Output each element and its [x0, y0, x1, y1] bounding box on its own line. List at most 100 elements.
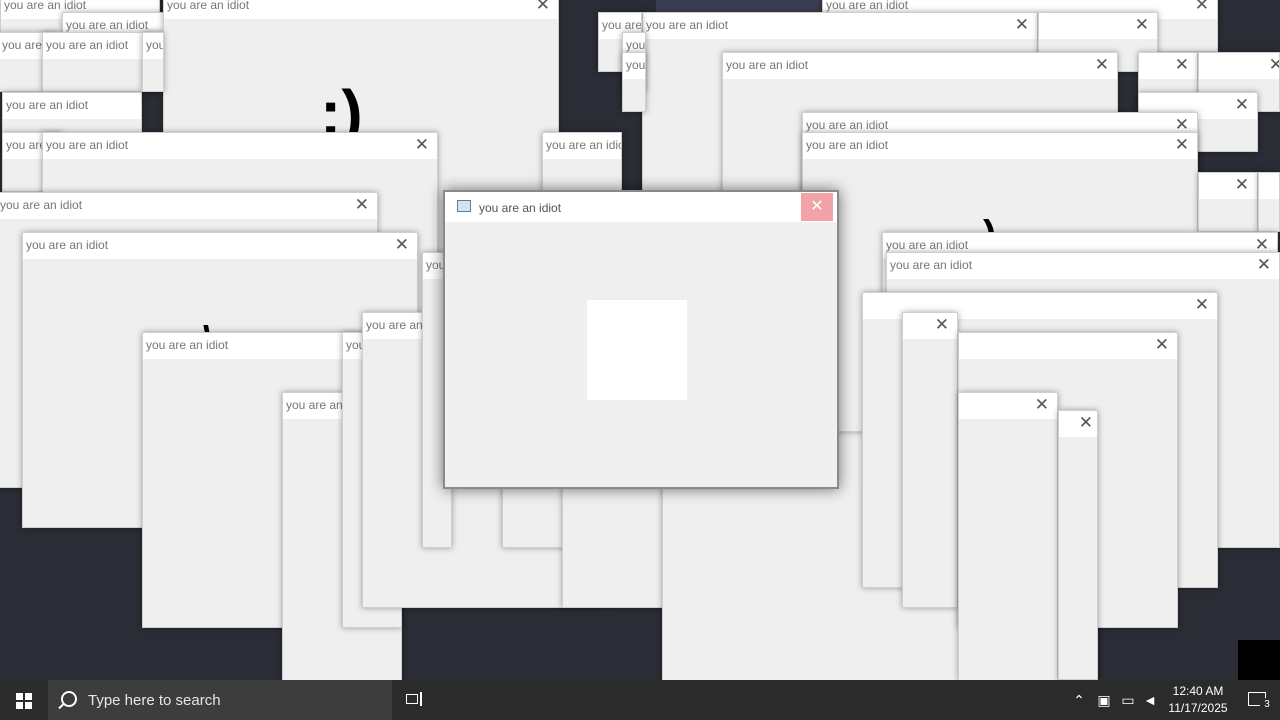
search-icon-handle — [58, 702, 65, 710]
close-icon[interactable]: ✕ — [1195, 295, 1209, 315]
title-bar[interactable]: you are an idiot ✕ — [23, 233, 417, 259]
title-bar[interactable]: you are an idiot ✕ — [164, 0, 558, 19]
close-icon[interactable]: ✕ — [1155, 335, 1169, 355]
task-view-icon-bar — [420, 692, 422, 706]
notification-count: 3 — [1260, 698, 1274, 712]
close-icon[interactable]: ✕ — [1015, 15, 1029, 35]
close-icon[interactable]: ✕ — [1269, 55, 1279, 75]
title-bar[interactable]: ✕ — [1059, 411, 1097, 437]
close-icon[interactable]: ✕ — [1135, 15, 1149, 35]
app-icon — [457, 200, 471, 212]
popup-window[interactable]: ✕ — [1198, 172, 1258, 232]
close-icon[interactable]: ✕ — [415, 135, 429, 155]
title-bar[interactable] — [1259, 173, 1279, 199]
close-icon[interactable]: ✕ — [935, 315, 949, 335]
chevron-up-icon[interactable]: ⌃ — [1070, 680, 1088, 720]
title-bar[interactable]: ✕ — [1139, 53, 1197, 79]
search-box[interactable]: Type here to search — [48, 680, 392, 720]
content-placeholder — [587, 300, 687, 400]
desktop: you are an idiot you are an idiot you ar… — [0, 0, 1280, 680]
active-title-bar[interactable]: you are an idiot ✕ — [445, 192, 837, 222]
title-bar[interactable]: ✕ — [903, 313, 957, 339]
title-bar[interactable]: you are an idiot ✕ — [803, 133, 1197, 159]
window-title: you are an idiot — [146, 338, 229, 352]
close-icon[interactable]: ✕ — [1095, 55, 1109, 75]
title-bar[interactable]: you are an idiot — [3, 93, 141, 119]
title-bar[interactable]: ✕ — [1039, 13, 1157, 39]
window-title: you are an idiot — [806, 138, 889, 152]
notification-center-button[interactable]: 3 — [1238, 680, 1278, 720]
close-icon[interactable]: ✕ — [536, 0, 550, 15]
window-title: you are an idiot — [46, 138, 129, 152]
close-icon[interactable]: ✕ — [1235, 175, 1249, 195]
window-title: you are an idiot — [66, 18, 149, 32]
window-title: you are an idiot — [826, 0, 909, 12]
window-title: you are an idiot — [546, 138, 622, 152]
popup-window[interactable]: ✕ — [958, 392, 1058, 680]
window-title: you are an idiot — [0, 198, 83, 212]
title-bar[interactable]: ✕ — [959, 393, 1057, 419]
title-bar[interactable]: you are an idiot ✕ — [43, 133, 437, 159]
popup-window[interactable]: ✕ — [902, 312, 958, 608]
window-title: you are an idiot — [4, 0, 87, 12]
wallpaper-strip — [656, 0, 824, 12]
close-icon[interactable]: ✕ — [1235, 95, 1249, 115]
popup-window[interactable] — [1258, 172, 1280, 232]
window-title: you are an idiot — [626, 38, 646, 52]
title-bar[interactable]: ✕ — [959, 333, 1177, 359]
title-bar[interactable]: you are an idiot ✕ — [0, 193, 377, 219]
clock-time: 12:40 AM — [1172, 684, 1224, 698]
close-icon[interactable]: ✕ — [1035, 395, 1049, 415]
window-title: you are an idiot — [146, 38, 164, 52]
title-bar[interactable]: you are an idiot ✕ — [887, 253, 1279, 279]
window-title: you are an idiot — [6, 98, 89, 112]
window-title: you are an idiot — [886, 238, 969, 252]
title-bar[interactable]: you are an idiot — [543, 133, 621, 159]
window-title: you are an idiot — [646, 18, 729, 32]
windows-logo-pane — [16, 702, 23, 709]
windows-logo-pane — [25, 693, 32, 700]
popup-window[interactable]: you are an idiot — [622, 52, 646, 112]
close-icon[interactable]: ✕ — [1175, 55, 1189, 75]
close-icon[interactable]: ✕ — [1195, 0, 1209, 15]
window-title: you are an idiot — [890, 258, 973, 272]
network-icon[interactable]: ▭ — [1118, 680, 1138, 720]
title-bar[interactable]: you are an idiot — [623, 53, 645, 79]
volume-muted-icon[interactable]: ◄ — [1140, 680, 1160, 720]
clock-date: 11/17/2025 — [1168, 701, 1228, 715]
close-icon[interactable]: ✕ — [1257, 255, 1271, 275]
window-title: you are an idiot — [602, 18, 642, 32]
close-icon[interactable]: ✕ — [355, 195, 369, 215]
start-button[interactable] — [0, 680, 48, 720]
windows-logo-icon — [16, 693, 23, 700]
popup-window[interactable]: you are an idiot — [142, 32, 164, 92]
task-view-button[interactable] — [406, 690, 426, 710]
window-title: you are an idiot — [806, 118, 889, 132]
popup-window[interactable]: ✕ — [1058, 410, 1098, 680]
taskbar: Type here to search ⌃ ▣ ▭ ◄ 12:40 AM 11/… — [0, 680, 1280, 720]
close-button[interactable]: ✕ — [801, 193, 833, 221]
window-title: you are an idiot — [726, 58, 809, 72]
active-popup-window[interactable]: you are an idiot ✕ — [443, 190, 839, 489]
popup-window[interactable]: you are an idiot — [542, 132, 622, 192]
title-bar[interactable]: you are an idiot — [143, 333, 361, 359]
close-icon[interactable]: ✕ — [1175, 135, 1189, 155]
close-icon[interactable]: ✕ — [1079, 413, 1093, 433]
search-placeholder: Type here to search — [88, 692, 221, 709]
window-title: you are an idiot — [167, 0, 250, 12]
title-bar[interactable]: you are an idiot — [143, 33, 163, 59]
window-body — [451, 224, 831, 481]
window-title: you are an idiot — [626, 58, 646, 72]
window-title: you are an idiot — [46, 38, 129, 52]
desktop-corner — [1238, 640, 1280, 680]
title-bar[interactable]: ✕ — [1199, 53, 1279, 79]
windows-logo-pane — [25, 702, 32, 709]
clock[interactable]: 12:40 AM 11/17/2025 — [1162, 683, 1234, 717]
close-icon[interactable]: ✕ — [395, 235, 409, 255]
active-window-title: you are an idiot — [479, 201, 562, 215]
title-bar[interactable]: ✕ — [1199, 173, 1257, 199]
title-bar[interactable]: you are an idiot ✕ — [643, 13, 1037, 39]
title-bar[interactable]: you are an idiot ✕ — [723, 53, 1117, 79]
security-icon[interactable]: ▣ — [1094, 680, 1114, 720]
task-view-icon — [406, 694, 418, 704]
